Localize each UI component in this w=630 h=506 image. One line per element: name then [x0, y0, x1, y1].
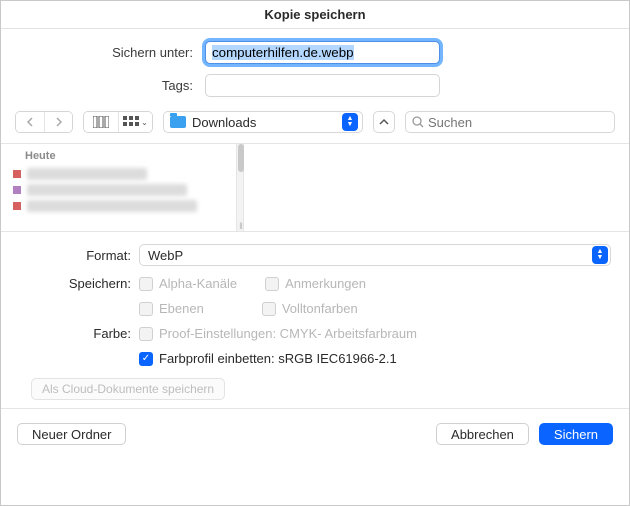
- filename-input[interactable]: [205, 41, 440, 64]
- checkbox-icon: [265, 277, 279, 291]
- window-title: Kopie speichern: [264, 7, 365, 22]
- tags-label: Tags:: [15, 78, 205, 93]
- search-input[interactable]: [428, 115, 608, 130]
- chevron-up-icon: [379, 118, 389, 126]
- checkbox-icon: [139, 327, 153, 341]
- list-item[interactable]: [1, 198, 236, 214]
- chevron-right-icon: [55, 117, 63, 127]
- file-browser: Heute ‖: [1, 144, 629, 232]
- list-item[interactable]: [1, 166, 236, 182]
- proof-setup-checkbox: Proof-Einstellungen: CMYK- Arbeitsfarbra…: [139, 326, 417, 341]
- new-folder-button[interactable]: Neuer Ordner: [17, 423, 126, 445]
- checkbox-checked-icon: ✓: [139, 352, 153, 366]
- layers-checkbox: Ebenen: [139, 301, 204, 316]
- columns-icon: [93, 116, 109, 128]
- checkbox-icon: [139, 302, 153, 316]
- format-select[interactable]: WebP ▲▼: [139, 244, 611, 266]
- alpha-channels-checkbox: Alpha-Kanäle: [139, 276, 237, 291]
- view-mode-segment: ⌄: [83, 111, 153, 133]
- column-resize-handle[interactable]: ‖: [237, 221, 245, 231]
- format-label: Format:: [19, 248, 139, 263]
- grid-icon: [123, 116, 139, 128]
- save-opts-label: Speichern:: [19, 276, 139, 291]
- browser-column-empty: [244, 144, 629, 231]
- dialog-footer: Neuer Ordner Abbrechen Sichern: [1, 408, 629, 459]
- chevron-left-icon: [26, 117, 34, 127]
- nav-back-forward: [15, 111, 73, 133]
- folder-icon: [170, 116, 186, 128]
- spot-colors-checkbox: Volltonfarben: [262, 301, 358, 316]
- tags-input[interactable]: [205, 74, 440, 97]
- columns-view-button[interactable]: [84, 112, 118, 132]
- search-icon: [412, 116, 424, 128]
- section-header: Heute: [1, 144, 236, 166]
- checkbox-icon: [139, 277, 153, 291]
- color-label: Farbe:: [19, 326, 139, 341]
- window-titlebar: Kopie speichern: [1, 1, 629, 29]
- finder-toolbar: ⌄ Downloads ▲▼: [1, 107, 629, 144]
- cancel-button[interactable]: Abbrechen: [436, 423, 529, 445]
- cloud-save-button: Als Cloud-Dokumente speichern: [31, 378, 225, 400]
- group-button[interactable]: ⌄: [118, 112, 152, 132]
- location-name: Downloads: [192, 115, 336, 130]
- save-button[interactable]: Sichern: [539, 423, 613, 445]
- column-scrollbar[interactable]: ‖: [236, 144, 244, 231]
- search-field-wrap: [405, 111, 615, 133]
- updown-arrows-icon: ▲▼: [592, 246, 608, 264]
- forward-button[interactable]: [44, 112, 72, 132]
- checkbox-icon: [262, 302, 276, 316]
- scrollbar-thumb[interactable]: [238, 144, 244, 172]
- location-select[interactable]: Downloads ▲▼: [163, 111, 363, 133]
- back-button[interactable]: [16, 112, 44, 132]
- format-value: WebP: [148, 248, 183, 263]
- save-as-label: Sichern unter:: [15, 45, 205, 60]
- embed-profile-checkbox[interactable]: ✓Farbprofil einbetten: sRGB IEC61966-2.1: [139, 351, 397, 366]
- annotations-checkbox: Anmerkungen: [265, 276, 366, 291]
- browser-column[interactable]: Heute: [1, 144, 236, 231]
- updown-arrows-icon: ▲▼: [342, 113, 358, 131]
- save-options: Format: WebP ▲▼ Speichern: Alpha-Kanäle …: [1, 232, 629, 408]
- list-item[interactable]: [1, 182, 236, 198]
- collapse-button[interactable]: [373, 111, 395, 133]
